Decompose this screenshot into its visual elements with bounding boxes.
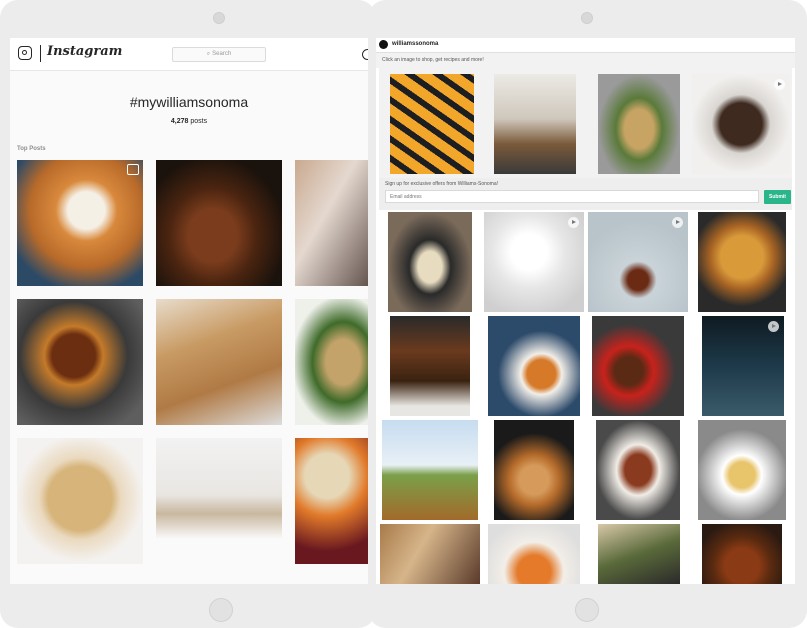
tablet-home-button	[209, 598, 233, 622]
post-thumbnail[interactable]	[17, 160, 143, 286]
play-icon	[672, 217, 683, 228]
hashtag-title: #mywilliamsonoma	[129, 94, 249, 110]
post-thumbnail[interactable]	[596, 420, 680, 520]
post-thumbnail[interactable]	[17, 299, 143, 425]
play-icon	[568, 217, 579, 228]
williamssonoma-screen: williamssonoma Click an image to shop, g…	[376, 38, 795, 584]
email-field[interactable]: Email address	[385, 190, 759, 203]
search-input[interactable]: ⌕ Search	[172, 47, 266, 62]
instagram-camera-icon[interactable]	[18, 46, 32, 60]
tablet-home-button	[575, 598, 599, 622]
featured-thumbnail[interactable]	[390, 74, 474, 174]
instagram-screen: Instagram ⌕ Search #mywilliamsonoma 4,278…	[10, 38, 368, 584]
multiple-photos-icon	[127, 164, 139, 175]
post-thumbnail[interactable]	[592, 316, 684, 416]
post-thumbnail[interactable]	[494, 420, 574, 520]
instagram-header: Instagram ⌕ Search	[10, 38, 368, 71]
post-thumbnail[interactable]	[17, 438, 143, 564]
account-header: williamssonoma	[376, 38, 795, 53]
post-thumbnail[interactable]	[702, 524, 782, 584]
play-icon	[774, 79, 785, 90]
play-icon	[768, 321, 779, 332]
post-thumbnail[interactable]	[382, 420, 478, 520]
compass-icon[interactable]	[362, 49, 368, 60]
post-thumbnail[interactable]	[156, 299, 282, 425]
post-thumbnail[interactable]	[156, 438, 282, 564]
shop-cta-text: Click an image to shop, get recipes and …	[376, 53, 795, 68]
tablet-camera	[213, 12, 225, 24]
featured-thumbnail[interactable]	[598, 74, 680, 174]
post-thumbnail[interactable]	[698, 212, 786, 312]
tablet-camera	[581, 12, 593, 24]
post-thumbnail[interactable]	[588, 212, 688, 312]
post-thumbnail[interactable]	[295, 438, 368, 564]
account-name[interactable]: williamssonoma	[392, 41, 438, 47]
email-signup: Sign up for exclusive offers from Willia…	[379, 178, 792, 210]
post-thumbnail[interactable]	[380, 524, 480, 584]
post-thumbnail[interactable]	[598, 524, 680, 584]
featured-thumbnail[interactable]	[692, 74, 790, 174]
post-count-suffix: posts	[190, 118, 208, 125]
account-avatar[interactable]	[379, 40, 388, 49]
post-thumbnail[interactable]	[698, 420, 786, 520]
post-thumbnail[interactable]	[156, 160, 282, 286]
post-thumbnail[interactable]	[390, 316, 470, 416]
signup-text: Sign up for exclusive offers from Willia…	[385, 181, 499, 187]
post-thumbnail[interactable]	[488, 524, 580, 584]
post-thumbnail[interactable]	[388, 212, 472, 312]
top-posts-label: Top Posts	[17, 146, 46, 152]
submit-button[interactable]: Submit	[764, 190, 791, 204]
post-count: 4,278 posts	[10, 118, 368, 125]
post-thumbnail[interactable]	[702, 316, 784, 416]
post-thumbnail[interactable]	[295, 299, 368, 425]
post-thumbnail[interactable]	[488, 316, 580, 416]
post-count-number: 4,278	[170, 118, 189, 125]
search-placeholder: Search	[212, 51, 232, 57]
instagram-wordmark[interactable]: Instagram	[47, 44, 122, 59]
featured-thumbnail[interactable]	[494, 74, 576, 174]
header-divider	[40, 45, 41, 62]
post-thumbnail[interactable]	[484, 212, 584, 312]
post-thumbnail[interactable]	[295, 160, 368, 286]
search-icon: ⌕	[206, 51, 211, 57]
